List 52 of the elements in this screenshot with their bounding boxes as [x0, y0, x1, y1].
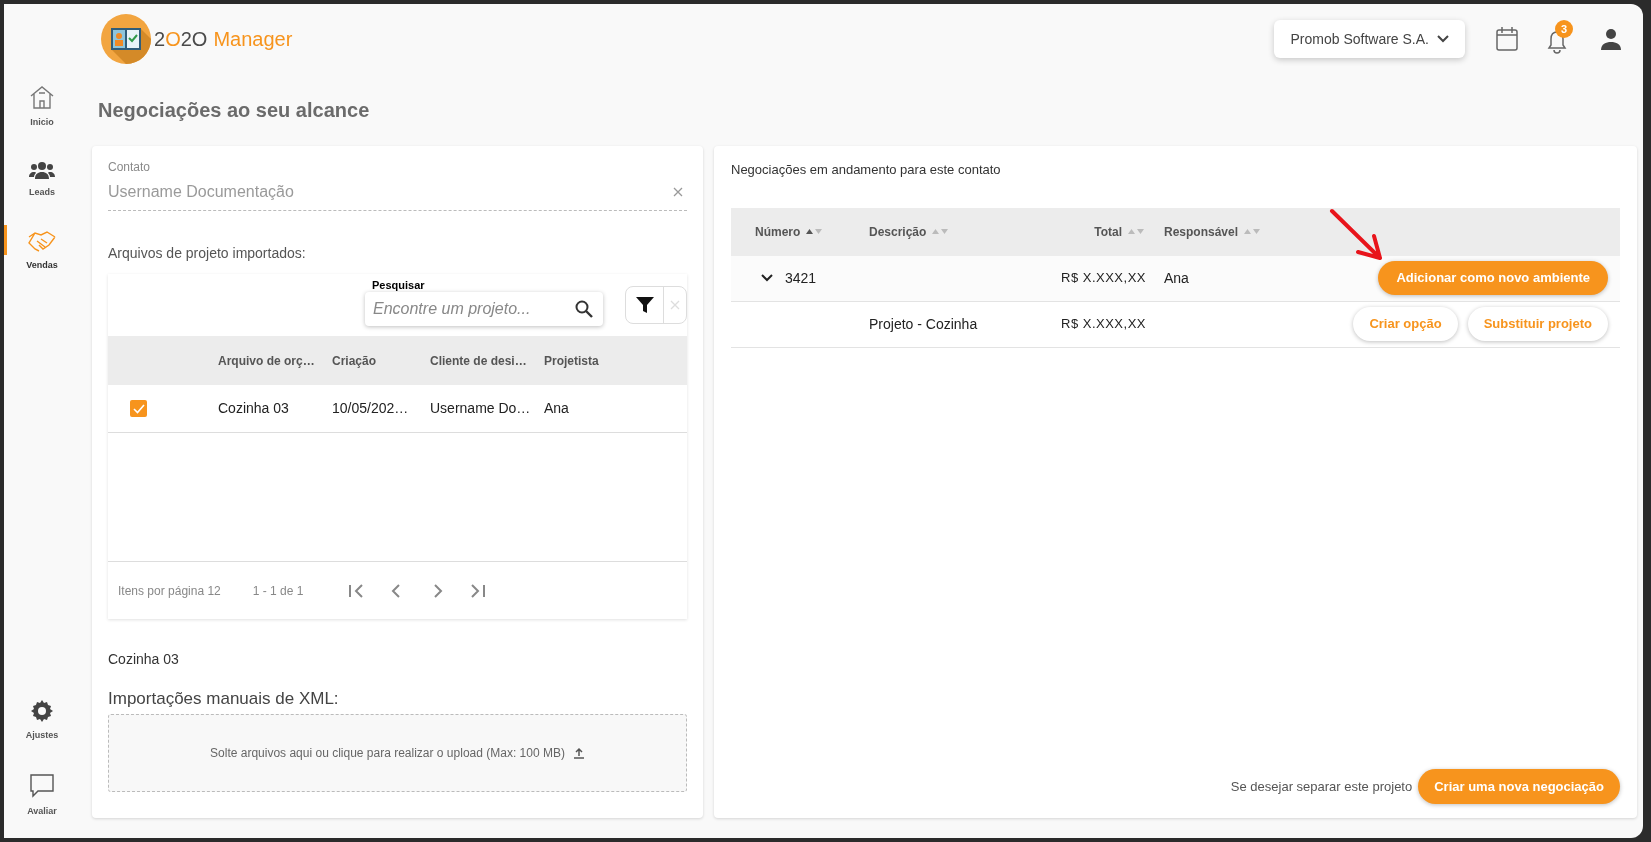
- table-cell-text: R$ X.XXX,XX: [1061, 269, 1146, 288]
- chevron-down-icon: [1437, 35, 1449, 43]
- table-cell-text: Cozinha 03: [218, 399, 290, 418]
- user-icon[interactable]: [1599, 27, 1623, 51]
- nav-item[interactable]: Leads: [4, 159, 80, 199]
- page-size-label: Itens por página 12: [118, 582, 221, 600]
- section-label: Importações manuais de XML:: [108, 688, 340, 710]
- nav-item[interactable]: Ajustes: [4, 699, 80, 743]
- handshake-icon: [27, 229, 57, 253]
- column-header[interactable]: Descrição: [869, 222, 1019, 241]
- section-label: Arquivos de projeto importados:: [108, 244, 307, 263]
- selected-file-name: Cozinha 03: [108, 650, 180, 669]
- page-title: Negociações ao seu alcance: [98, 98, 370, 123]
- table-cell-text: Username Do…: [430, 399, 532, 418]
- notification-badge: 3: [1555, 20, 1573, 38]
- column-header[interactable]: Total: [1019, 222, 1154, 241]
- upload-icon: [572, 746, 585, 759]
- search-label: Pesquisar: [372, 278, 425, 293]
- house-icon: [28, 84, 56, 110]
- table-cell-text: 3421: [785, 268, 817, 288]
- table-cell-text: Ana: [544, 399, 570, 418]
- checkbox[interactable]: [130, 400, 147, 417]
- table-cell: Ana: [1164, 269, 1189, 286]
- column-header[interactable]: Número: [731, 222, 869, 241]
- logo-text: 2O2O Manager: [154, 27, 293, 52]
- table-cell: Projeto - Cozinha: [869, 316, 978, 332]
- footer-text: Se desejar separar este projeto: [1230, 777, 1413, 796]
- logo-icon: [100, 13, 152, 65]
- search-field[interactable]: Encontre um projeto...: [365, 292, 603, 326]
- column-header: Projetista: [544, 352, 600, 370]
- table-cell-text: R$ X.XXX,XX: [1061, 315, 1146, 334]
- panel-caption: Negociações em andamento para este contato: [731, 161, 1002, 179]
- search-icon[interactable]: [575, 300, 593, 318]
- filter-icon: [634, 295, 655, 315]
- chat-icon: [29, 772, 55, 799]
- upload-dropzone[interactable]: Solte arquivos aqui ou clique para realizar o upload (Max: 100 MB): [108, 713, 687, 792]
- company-dropdown[interactable]: Promob Software S.A.: [1274, 20, 1465, 58]
- close-icon: [670, 300, 680, 310]
- calendar-icon[interactable]: [1495, 26, 1519, 52]
- column-header: Criação: [332, 352, 378, 370]
- column-header: Cliente de desi…: [430, 352, 528, 370]
- people-icon: [28, 159, 56, 180]
- field-label: Contato: [108, 159, 152, 176]
- nav-item[interactable]: Avaliar: [4, 772, 80, 818]
- column-header[interactable]: Responsável: [1154, 222, 1314, 241]
- column-header: Arquivo de orç…: [218, 352, 316, 370]
- page-range: 1 - 1 de 1: [252, 582, 304, 600]
- close-icon[interactable]: [673, 187, 683, 197]
- settings-icon: [30, 699, 54, 723]
- chevron-down-icon[interactable]: [761, 272, 773, 284]
- table-cell-text: 10/05/202…: [332, 399, 410, 418]
- nav-item[interactable]: Inicio: [4, 84, 80, 130]
